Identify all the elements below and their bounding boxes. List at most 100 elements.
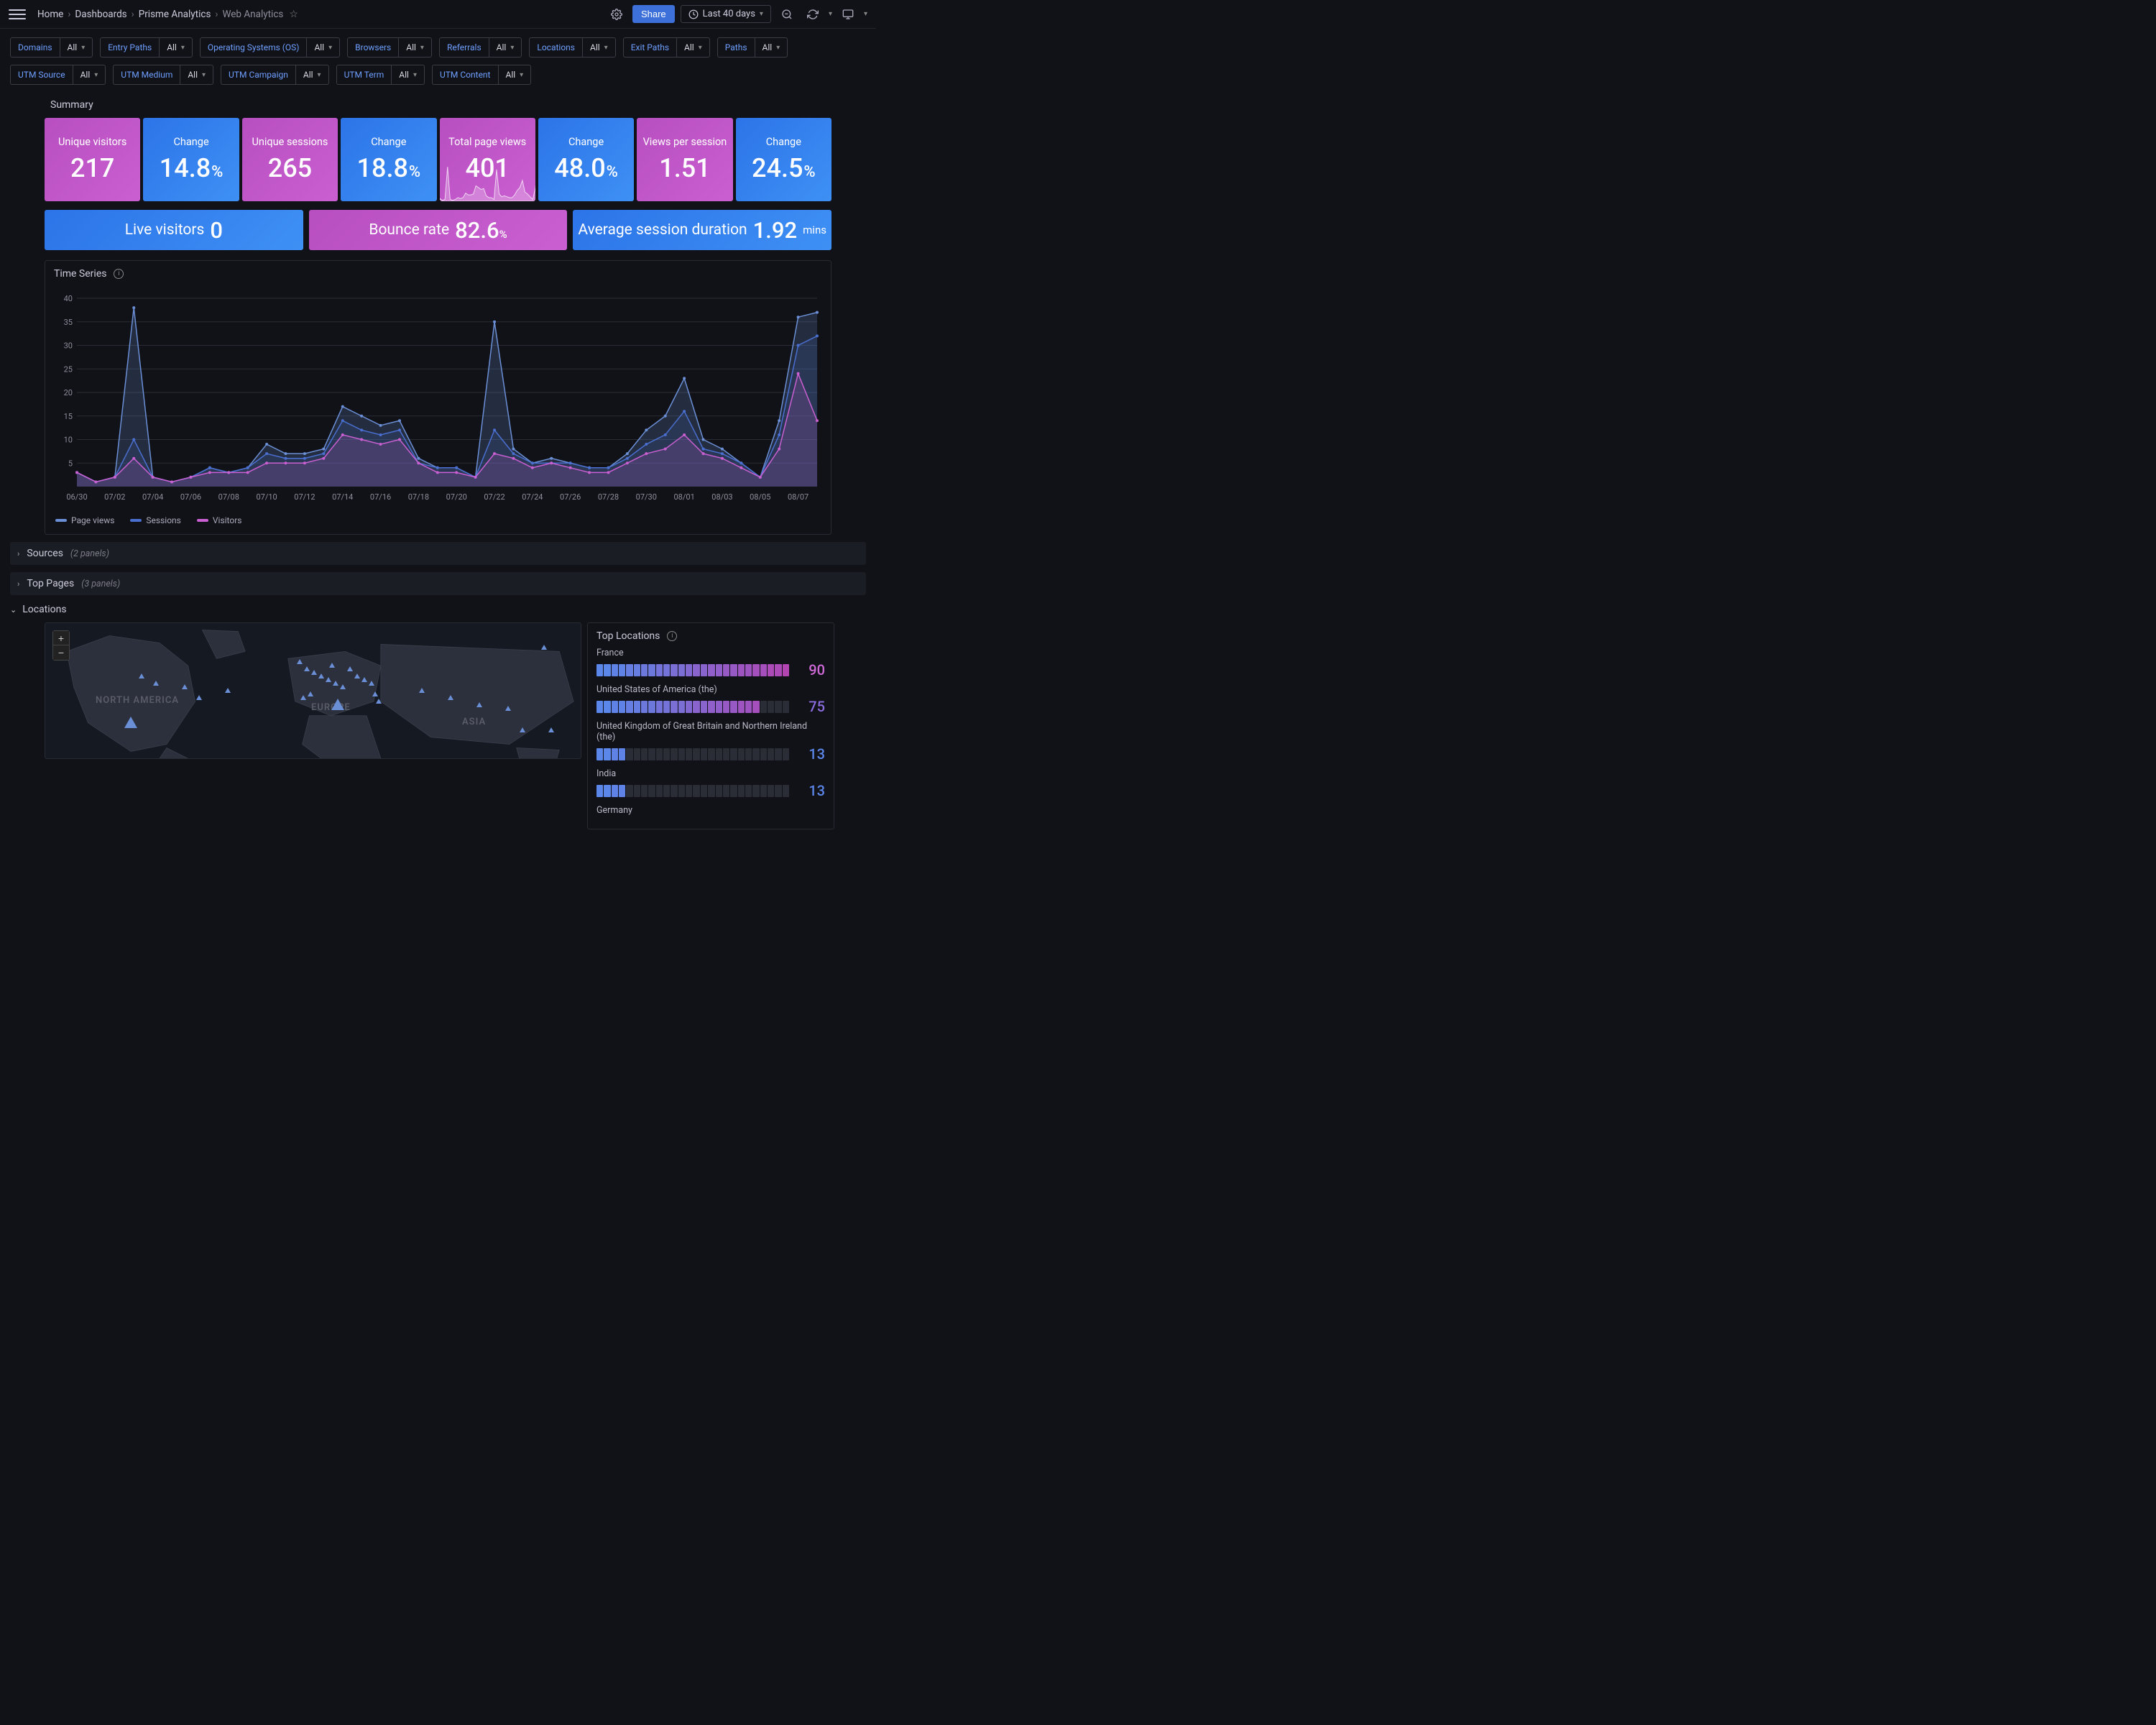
map-panel[interactable]: + − NORTH AMERICA EUROPE ASIA xyxy=(45,622,581,759)
zoom-out-button[interactable]: − xyxy=(53,645,69,660)
summary-title: Summary xyxy=(0,93,876,118)
info-icon[interactable]: i xyxy=(114,269,124,279)
map-marker[interactable] xyxy=(225,688,231,693)
filter-value-dropdown[interactable]: All▾ xyxy=(391,65,425,85)
card-value: 265 xyxy=(268,153,312,183)
legend-item[interactable]: Sessions xyxy=(130,515,180,525)
map-marker[interactable] xyxy=(548,727,554,732)
svg-text:07/16: 07/16 xyxy=(370,492,391,502)
map-marker[interactable] xyxy=(347,666,353,671)
gear-icon[interactable] xyxy=(607,4,627,24)
info-icon[interactable]: i xyxy=(667,631,677,641)
map-marker[interactable] xyxy=(308,691,313,696)
map-marker[interactable] xyxy=(520,727,525,732)
clock-icon xyxy=(688,9,699,19)
locations-row[interactable]: ⌄ Locations xyxy=(10,604,866,615)
svg-text:5: 5 xyxy=(68,459,73,468)
map-marker[interactable] xyxy=(326,677,331,682)
zoom-out-icon[interactable] xyxy=(777,4,797,24)
toppages-row[interactable]: › Top Pages (3 panels) xyxy=(10,572,866,595)
map-marker[interactable] xyxy=(369,681,374,686)
filter-value-dropdown[interactable]: All▾ xyxy=(180,65,213,85)
map-marker[interactable] xyxy=(361,677,367,682)
monitor-icon[interactable] xyxy=(838,4,858,24)
filter-value-dropdown[interactable]: All▾ xyxy=(73,65,106,85)
svg-text:08/01: 08/01 xyxy=(673,492,694,502)
svg-text:07/22: 07/22 xyxy=(484,492,505,502)
card-value: 18.8% xyxy=(357,153,421,183)
map-marker[interactable] xyxy=(505,706,511,711)
location-bar xyxy=(596,664,789,676)
location-bar xyxy=(596,701,789,713)
share-button[interactable]: Share xyxy=(632,5,675,23)
refresh-icon[interactable] xyxy=(803,4,823,24)
map-marker[interactable] xyxy=(376,699,382,704)
filter-value-dropdown[interactable]: All▾ xyxy=(498,65,532,85)
locations-body: + − NORTH AMERICA EUROPE ASIA Top Locati… xyxy=(45,622,834,829)
svg-text:07/10: 07/10 xyxy=(256,492,277,502)
map-marker[interactable] xyxy=(300,695,306,700)
more-dropdown[interactable]: ▾ xyxy=(864,10,867,18)
map-marker[interactable] xyxy=(139,673,144,678)
filter-bar: DomainsAll▾Entry PathsAll▾Operating Syst… xyxy=(0,29,876,93)
location-row: United Kingdom of Great Britain and Nort… xyxy=(596,721,825,763)
menu-icon[interactable] xyxy=(9,6,26,23)
filter-value-dropdown[interactable]: All▾ xyxy=(60,37,93,58)
sources-row[interactable]: › Sources (2 panels) xyxy=(10,542,866,565)
map-marker[interactable] xyxy=(329,663,335,668)
location-row: Germany xyxy=(596,805,825,816)
filter-entry-paths: Entry PathsAll▾ xyxy=(100,37,193,58)
time-range-picker[interactable]: Last 40 days ▾ xyxy=(681,5,771,23)
crumb-prisme[interactable]: Prisme Analytics xyxy=(139,9,211,20)
filter-value-dropdown[interactable]: All▾ xyxy=(295,65,329,85)
filter-value-dropdown[interactable]: All▾ xyxy=(306,37,340,58)
location-name: United Kingdom of Great Britain and Nort… xyxy=(596,721,825,742)
map-marker[interactable] xyxy=(448,695,453,700)
zoom-in-button[interactable]: + xyxy=(53,631,69,645)
map-marker[interactable] xyxy=(419,688,425,693)
filter-label: Exit Paths xyxy=(623,37,676,58)
legend-item[interactable]: Page views xyxy=(55,515,114,525)
crumb-dashboards[interactable]: Dashboards xyxy=(75,9,126,20)
map-marker[interactable] xyxy=(196,695,202,700)
filter-locations: LocationsAll▾ xyxy=(529,37,615,58)
filter-value-dropdown[interactable]: All▾ xyxy=(676,37,710,58)
map-marker[interactable] xyxy=(331,699,344,710)
map-marker[interactable] xyxy=(541,645,547,650)
filter-value-dropdown[interactable]: All▾ xyxy=(582,37,616,58)
filter-value-dropdown[interactable]: All▾ xyxy=(159,37,193,58)
filter-value-dropdown[interactable]: All▾ xyxy=(755,37,788,58)
map-label-as: ASIA xyxy=(462,717,486,727)
map-marker[interactable] xyxy=(372,691,378,696)
location-bar xyxy=(596,785,789,797)
summary-card: Change24.5% xyxy=(736,118,831,201)
chevron-right-icon: › xyxy=(17,549,19,558)
map-marker[interactable] xyxy=(340,684,346,689)
map-marker[interactable] xyxy=(333,681,338,686)
map-marker[interactable] xyxy=(304,666,310,671)
svg-text:35: 35 xyxy=(64,318,73,327)
map-marker[interactable] xyxy=(182,684,188,689)
top-locations-panel: Top Locations i France90United States of… xyxy=(587,622,834,829)
map-marker[interactable] xyxy=(311,670,317,675)
map-marker[interactable] xyxy=(318,673,324,678)
card-label: Change xyxy=(367,136,410,149)
refresh-interval-dropdown[interactable]: ▾ xyxy=(829,10,832,18)
map-marker[interactable] xyxy=(124,717,137,728)
star-icon[interactable]: ☆ xyxy=(289,9,298,20)
filter-value-dropdown[interactable]: All▾ xyxy=(489,37,522,58)
summary-card: Views per session1.51 xyxy=(637,118,732,201)
map-marker[interactable] xyxy=(153,681,159,686)
bounce-rate-card: Bounce rate 82.6% xyxy=(309,210,568,250)
crumb-home[interactable]: Home xyxy=(37,9,63,20)
timeseries-legend: Page views Sessions Visitors xyxy=(45,512,831,534)
filter-value-dropdown[interactable]: All▾ xyxy=(398,37,432,58)
svg-text:06/30: 06/30 xyxy=(66,492,87,502)
crumb-current: Web Analytics xyxy=(222,9,283,20)
timeseries-chart[interactable]: 51015202530354006/3007/0207/0407/0607/08… xyxy=(54,291,824,507)
breadcrumb: Home › Dashboards › Prisme Analytics › W… xyxy=(37,9,283,20)
map-marker[interactable] xyxy=(354,673,360,678)
map-marker[interactable] xyxy=(476,702,482,707)
map-marker[interactable] xyxy=(297,659,303,664)
legend-item[interactable]: Visitors xyxy=(197,515,242,525)
